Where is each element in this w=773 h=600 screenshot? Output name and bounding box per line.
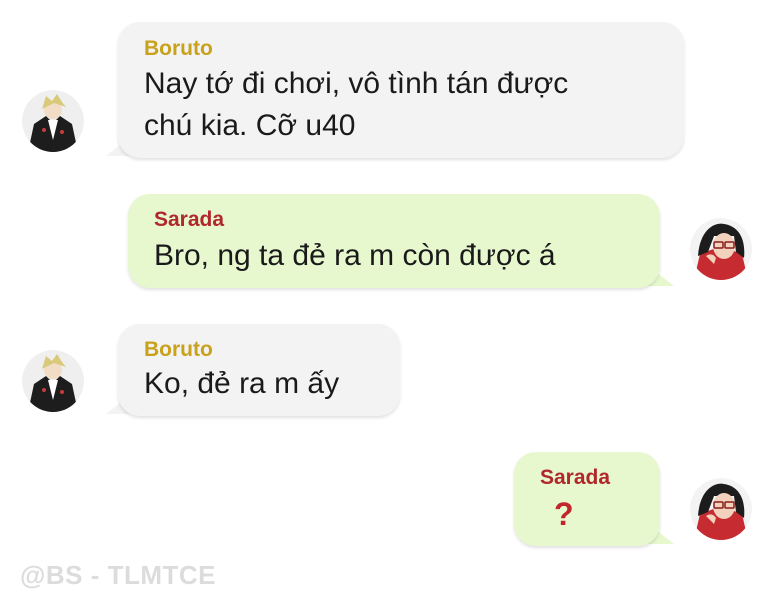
message-bubble[interactable]: Sarada Bro, ng ta đẻ ra m còn được á (128, 194, 660, 288)
sender-name: Boruto (144, 37, 213, 60)
sender-name: Boruto (144, 338, 213, 361)
message-text-line: Ko, đẻ ra m ấy (144, 367, 340, 400)
sarada-avatar-icon (690, 218, 752, 280)
message-text-line: Nay tớ đi chơi, vô tình tán được (144, 67, 569, 100)
question-mark-text: ? (554, 496, 574, 532)
watermark: @BS - TLMTCE (20, 560, 216, 590)
avatar-sarada[interactable] (690, 218, 752, 280)
boruto-avatar-icon (22, 350, 84, 412)
sender-name: Sarada (540, 466, 611, 489)
sender-name: Sarada (154, 208, 225, 231)
message-text-line: chú kia. Cỡ u40 (144, 109, 356, 142)
avatar-boruto[interactable] (22, 90, 84, 152)
avatar-boruto[interactable] (22, 350, 84, 412)
message-bubble[interactable]: Sarada ? (514, 452, 660, 546)
avatar-sarada[interactable] (690, 478, 752, 540)
message-text-line: Bro, ng ta đẻ ra m còn được á (154, 239, 556, 272)
boruto-avatar-icon (22, 90, 84, 152)
sarada-avatar-icon (690, 478, 752, 540)
message-bubble[interactable]: Boruto Nay tớ đi chơi, vô tình tán được … (118, 22, 684, 158)
message-bubble[interactable]: Boruto Ko, đẻ ra m ấy (118, 324, 400, 416)
